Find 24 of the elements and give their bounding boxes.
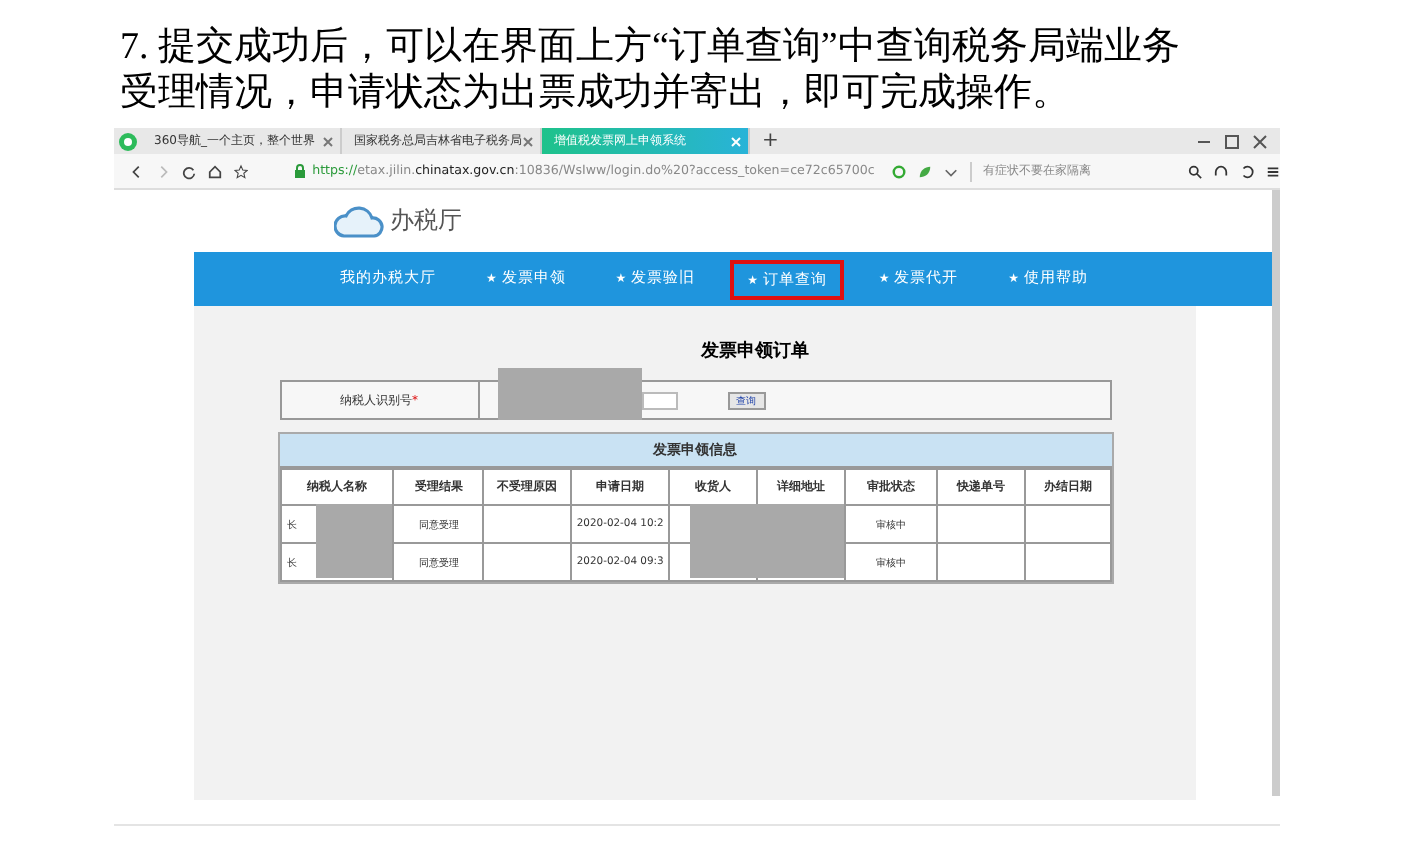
back-icon[interactable]	[130, 163, 145, 179]
new-tab-button[interactable]: +	[762, 131, 779, 151]
close-tab-icon[interactable]	[522, 135, 534, 147]
close-tab-icon[interactable]	[322, 135, 334, 147]
page-title: 发票申领订单	[701, 338, 809, 364]
undo-icon[interactable]	[1239, 163, 1254, 179]
maximize-icon[interactable]	[1224, 133, 1240, 149]
document-paragraph: 7. 提交成功后，可以在界面上方“订单查询”中查询税务局端业务受理情况，申请状态为出票成功并寄出，即可完成操作。	[120, 24, 1182, 116]
leaf-icon[interactable]	[918, 163, 933, 179]
cloud-logo-icon	[334, 201, 386, 241]
shield-icon[interactable]	[892, 163, 907, 179]
headphones-icon[interactable]	[1213, 163, 1228, 179]
close-icon[interactable]	[1252, 133, 1268, 149]
site-logo-text: 办税厅	[390, 204, 462, 238]
home-icon[interactable]	[208, 163, 223, 179]
redaction-block	[315, 504, 391, 578]
scrollbar[interactable]	[1272, 190, 1280, 796]
star-icon[interactable]	[234, 163, 249, 179]
lock-icon	[294, 164, 307, 178]
redaction-block	[497, 368, 641, 420]
taxpayer-id-field[interactable]	[641, 391, 677, 409]
reload-icon[interactable]	[182, 163, 197, 179]
search-icon[interactable]	[1187, 163, 1202, 179]
menu-icon[interactable]	[1265, 163, 1280, 179]
